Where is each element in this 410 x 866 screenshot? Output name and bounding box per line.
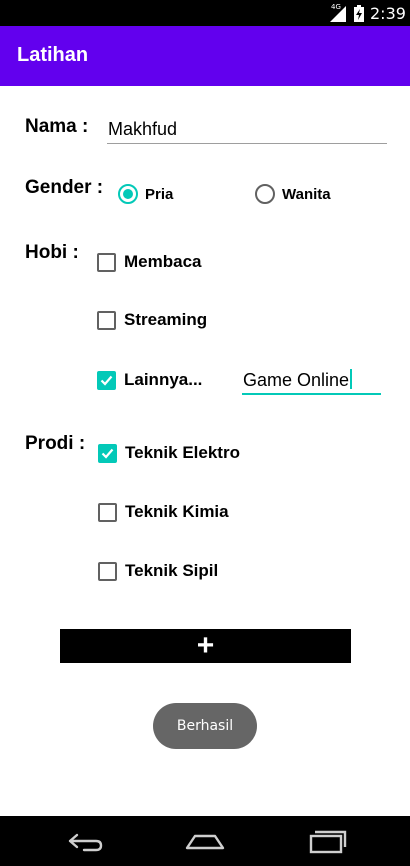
checkbox-membaca-label: Membaca — [124, 252, 202, 271]
signal-icon — [330, 6, 346, 22]
berhasil-label: Berhasil — [176, 718, 234, 734]
recents-icon[interactable] — [305, 828, 349, 854]
checkbox-teknik-sipil[interactable]: Teknik Sipil — [98, 561, 218, 581]
clock: 2:39 — [370, 4, 406, 23]
checkbox-unchecked-icon — [98, 561, 117, 581]
text-caret — [350, 369, 353, 389]
checkbox-checked-icon — [98, 443, 117, 463]
nama-label: Nama : — [25, 116, 89, 137]
checkbox-streaming-label: Streaming — [124, 310, 208, 329]
radio-pria[interactable]: Pria — [118, 184, 173, 204]
checkbox-checked-icon — [97, 370, 116, 390]
radio-wanita[interactable]: Wanita — [255, 184, 331, 204]
nama-field[interactable]: Makhfud — [107, 114, 387, 144]
add-button[interactable]: + — [60, 629, 351, 663]
app-title: Latihan — [17, 44, 89, 66]
checkbox-streaming[interactable]: Streaming — [97, 310, 207, 330]
hobi-other-field[interactable]: Game Online — [242, 365, 381, 395]
checkbox-teknik-elektro[interactable]: Teknik Elektro — [98, 443, 240, 463]
home-icon[interactable] — [183, 828, 227, 854]
status-bar: 4G 2:39 — [0, 0, 410, 26]
checkbox-unchecked-icon — [97, 310, 116, 330]
hobi-other-value: Game Online — [243, 370, 350, 390]
checkbox-unchecked-icon — [98, 502, 117, 522]
checkbox-teknik-elektro-label: Teknik Elektro — [125, 443, 240, 462]
prodi-label: Prodi : — [25, 433, 86, 454]
battery-icon — [354, 5, 364, 22]
hobi-label: Hobi : — [25, 242, 79, 263]
plus-icon: + — [196, 629, 215, 662]
checkbox-teknik-kimia-label: Teknik Kimia — [125, 502, 229, 521]
radio-wanita-label: Wanita — [282, 185, 331, 203]
radio-checked-icon — [118, 184, 138, 204]
checkbox-unchecked-icon — [97, 252, 116, 272]
checkbox-teknik-sipil-label: Teknik Sipil — [125, 561, 219, 580]
checkbox-teknik-kimia[interactable]: Teknik Kimia — [98, 502, 229, 522]
navigation-bar — [0, 816, 410, 866]
checkbox-lainnya-label: Lainnya... — [124, 370, 203, 389]
app-bar: Latihan — [0, 26, 410, 86]
checkbox-membaca[interactable]: Membaca — [97, 252, 201, 272]
checkbox-lainnya[interactable]: Lainnya... — [97, 370, 202, 390]
nama-value: Makhfud — [108, 119, 178, 139]
back-icon[interactable] — [62, 828, 106, 854]
gender-label: Gender : — [25, 177, 104, 198]
radio-pria-label: Pria — [145, 185, 174, 203]
radio-unchecked-icon — [255, 184, 275, 204]
berhasil-button[interactable]: Berhasil — [153, 703, 257, 749]
